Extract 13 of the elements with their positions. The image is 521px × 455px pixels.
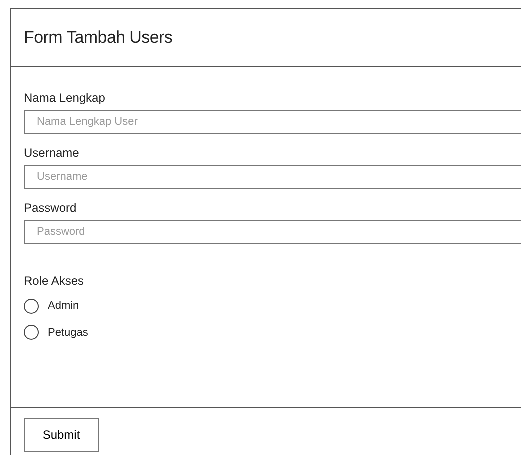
input-field[interactable]: Nama Lengkap User [24, 110, 521, 134]
radio-button[interactable] [24, 325, 39, 340]
submit-button[interactable]: Submit [24, 418, 99, 452]
radio-label[interactable]: Admin [48, 298, 80, 314]
field-label: Username [24, 146, 80, 160]
field-label: Nama Lengkap [24, 91, 106, 105]
field-label: Role Akses [24, 274, 86, 288]
radio-button[interactable] [24, 298, 39, 314]
field-label: Password [24, 201, 78, 215]
input-field[interactable]: Password [24, 220, 521, 244]
input-field[interactable]: Username [24, 165, 521, 189]
radio-label[interactable]: Petugas [48, 324, 88, 341]
form-title: Form Tambah Users [24, 26, 173, 49]
